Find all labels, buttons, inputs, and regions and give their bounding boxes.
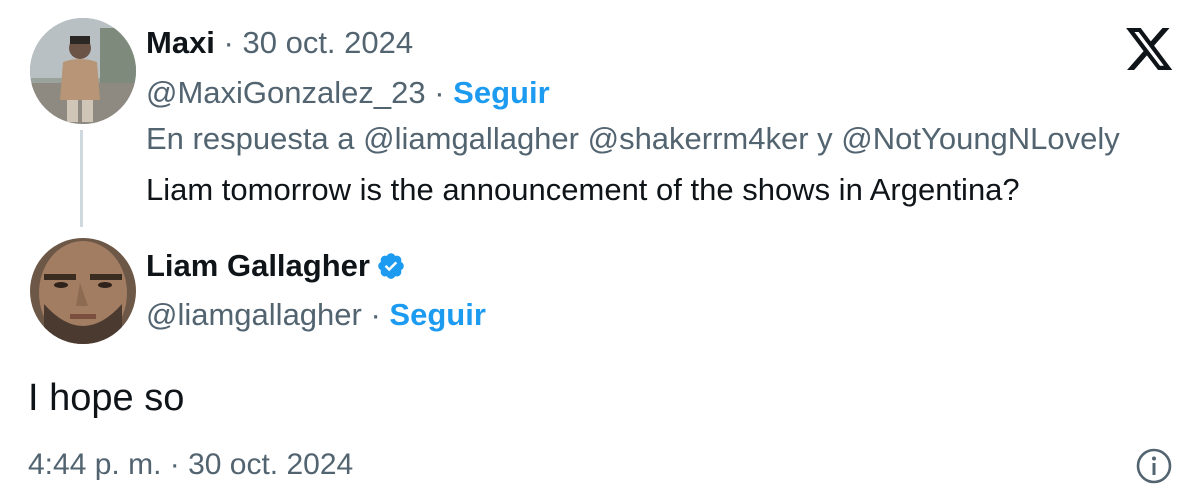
- separator: ·: [361, 297, 390, 332]
- verified-badge-icon: [376, 251, 406, 281]
- author-name[interactable]: Liam Gallagher: [146, 248, 370, 284]
- author-handle[interactable]: @liamgallagher: [146, 297, 362, 332]
- tweet-timestamp[interactable]: 4:44 p. m. · 30 oct. 2024: [28, 448, 353, 482]
- thread-connector: [80, 130, 83, 227]
- info-icon[interactable]: [1134, 446, 1174, 486]
- avatar-maxi[interactable]: [30, 18, 136, 124]
- main-tweet-header: Liam Gallagher: [146, 248, 406, 284]
- main-handle-row: @liamgallagher · Seguir: [146, 297, 486, 333]
- reply-to-text: En respuesta a @liamgallagher @shakerrm4…: [146, 121, 1120, 156]
- parent-tweet-text: Liam tomorrow is the announcement of the…: [146, 172, 1020, 207]
- x-logo-icon[interactable]: [1124, 28, 1176, 72]
- follow-button[interactable]: Seguir: [389, 297, 485, 332]
- separator: ·: [214, 25, 243, 60]
- parent-tweet-header: Maxi · 30 oct. 2024: [146, 25, 413, 61]
- avatar-liam[interactable]: [30, 238, 136, 344]
- tweet-embed: Maxi · 30 oct. 2024 @MaxiGonzalez_23 · S…: [0, 0, 1200, 502]
- follow-button[interactable]: Seguir: [453, 75, 549, 110]
- tweet-date[interactable]: 30 oct. 2024: [242, 25, 413, 60]
- separator: ·: [425, 75, 454, 110]
- main-tweet-text: I hope so: [28, 377, 185, 419]
- author-name[interactable]: Maxi: [146, 25, 215, 60]
- author-handle[interactable]: @MaxiGonzalez_23: [146, 75, 426, 110]
- parent-handle-row: @MaxiGonzalez_23 · Seguir: [146, 75, 550, 111]
